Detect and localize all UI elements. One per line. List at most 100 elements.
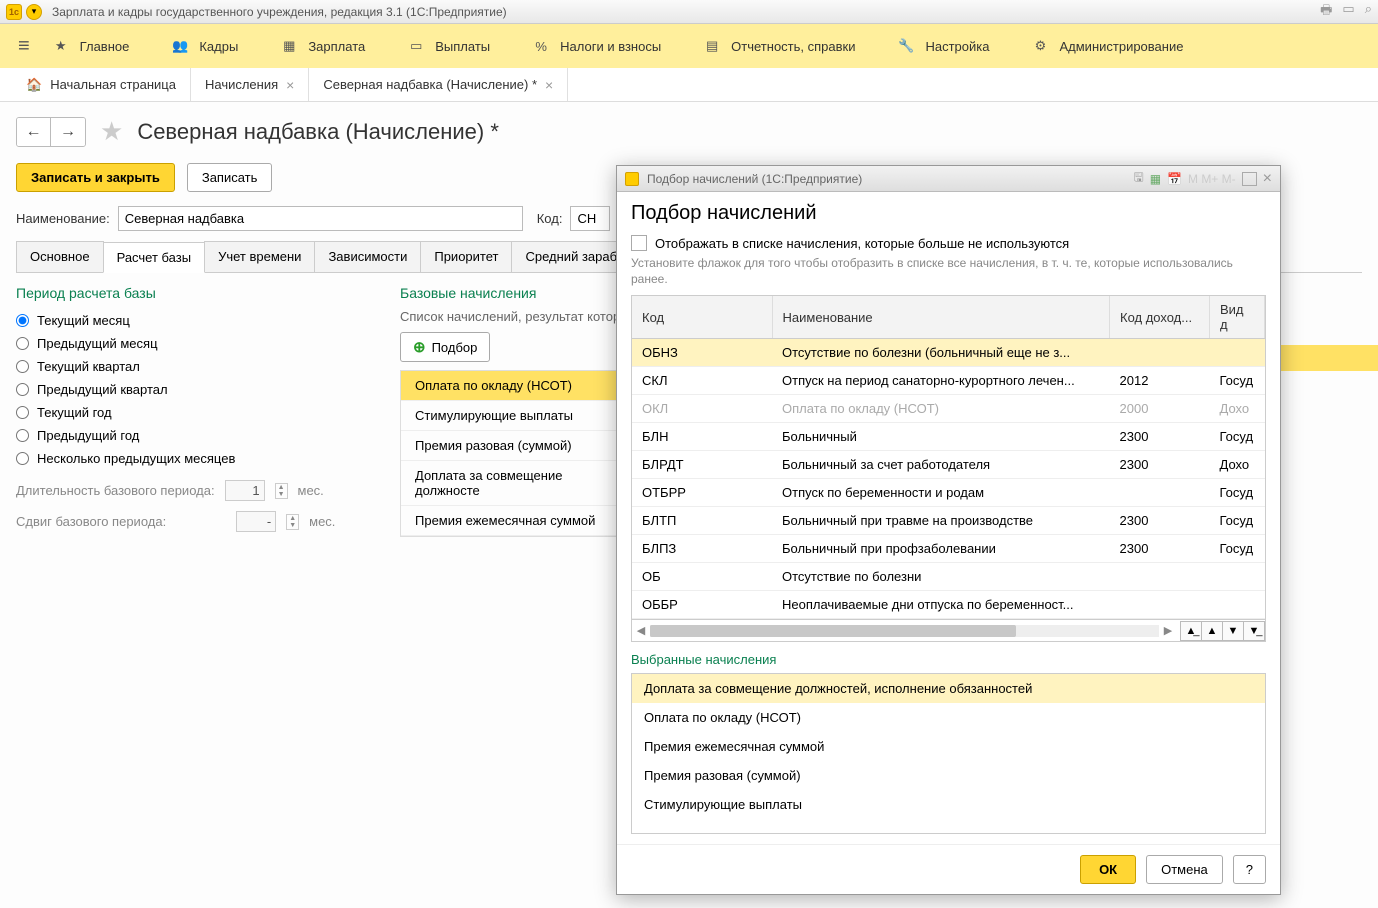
radio-current-month[interactable]: Текущий месяц — [16, 309, 376, 332]
close-icon[interactable]: × — [1263, 170, 1272, 188]
name-input[interactable] — [118, 206, 523, 231]
shift-input[interactable] — [236, 511, 276, 532]
save-icon[interactable]: 🖫 — [1133, 168, 1143, 189]
duration-input[interactable] — [225, 480, 265, 501]
grid-scrollbar[interactable]: ◀ ▶ ▲̲ ▲ ▼ ▼̲ — [631, 620, 1266, 642]
table-cell: Отсутствие по болезни — [772, 563, 1110, 591]
sort-top-icon[interactable]: ▲̲ — [1180, 621, 1202, 641]
duration-spinner[interactable]: ▲▼ — [275, 483, 288, 499]
radio-prev-year[interactable]: Предыдущий год — [16, 424, 376, 447]
print-icon[interactable]: 🖶 — [1320, 1, 1332, 23]
list-item[interactable]: Премия ежемесячная суммой — [401, 506, 617, 536]
ftab-priority[interactable]: Приоритет — [420, 241, 512, 272]
radio-input[interactable] — [16, 314, 29, 327]
scroll-right-icon[interactable]: ▶ — [1159, 624, 1177, 637]
table-row[interactable]: БЛПЗБольничный при профзаболевании2300Го… — [632, 535, 1265, 563]
close-icon[interactable]: × — [286, 77, 294, 93]
spinner-down-icon[interactable]: ▼ — [287, 522, 298, 529]
scroll-track[interactable] — [650, 625, 1159, 637]
nav-admin[interactable]: ⚙Администрирование — [1031, 37, 1183, 55]
radio-prev-quarter[interactable]: Предыдущий квартал — [16, 378, 376, 401]
app-menu-dropdown-icon[interactable]: ▾ — [26, 4, 42, 20]
list-item[interactable]: Премия ежемесячная суммой — [632, 732, 1265, 761]
table-row[interactable]: СКЛОтпуск на период санаторно-курортного… — [632, 367, 1265, 395]
page-title: Северная надбавка (Начисление) * — [137, 119, 499, 145]
scroll-left-icon[interactable]: ◀ — [632, 624, 650, 637]
podbor-button[interactable]: ⊕Подбор — [400, 332, 490, 362]
list-item[interactable]: Стимулирующие выплаты — [632, 790, 1265, 819]
calendar-icon[interactable]: 📅 — [1167, 172, 1182, 186]
table-row[interactable]: ОББРНеоплачиваемые дни отпуска по береме… — [632, 591, 1265, 619]
radio-input[interactable] — [16, 429, 29, 442]
table-row[interactable]: ОТБРРОтпуск по беременности и родамГосуд — [632, 479, 1265, 507]
scroll-thumb[interactable] — [650, 625, 1016, 637]
tab-accruals[interactable]: Начисления× — [191, 68, 309, 101]
col-code[interactable]: Код — [632, 296, 772, 339]
col-name[interactable]: Наименование — [772, 296, 1110, 339]
table-row[interactable]: ОКЛОплата по окладу (НСОТ)2000Дохо — [632, 395, 1265, 423]
list-item[interactable]: Оплата по окладу (НСОТ) — [632, 703, 1265, 732]
list-item[interactable]: Премия разовая (суммой) — [401, 431, 617, 461]
radio-input[interactable] — [16, 360, 29, 373]
window-icon[interactable]: ▭ — [1342, 1, 1354, 23]
list-item[interactable]: Стимулирующие выплаты — [401, 401, 617, 431]
table-row[interactable]: ОБНЗОтсутствие по болезни (больничный ещ… — [632, 339, 1265, 367]
ok-button[interactable]: ОК — [1080, 855, 1136, 884]
nav-settings[interactable]: 🔧Настройка — [897, 37, 989, 55]
tab-home[interactable]: 🏠Начальная страница — [12, 68, 191, 101]
back-button[interactable]: ← — [17, 118, 51, 146]
nav-vyplaty[interactable]: ▭Выплаты — [407, 37, 490, 55]
code-input[interactable] — [570, 206, 610, 231]
table-row[interactable]: БЛРДТБольничный за счет работодателя2300… — [632, 451, 1265, 479]
spinner-up-icon[interactable]: ▲ — [287, 515, 298, 522]
burger-icon[interactable]: ≡ — [18, 35, 30, 58]
titlebar-right: 🖶 ▭ ⌕ — [1320, 1, 1372, 23]
spinner-down-icon[interactable]: ▼ — [276, 491, 287, 498]
sort-up-icon[interactable]: ▲ — [1201, 621, 1223, 641]
favorite-star-icon[interactable]: ★ — [100, 116, 123, 147]
radio-several-months[interactable]: Несколько предыдущих месяцев — [16, 447, 376, 470]
ftab-main[interactable]: Основное — [16, 241, 104, 272]
ftab-deps[interactable]: Зависимости — [314, 241, 421, 272]
tab-current[interactable]: Северная надбавка (Начисление) *× — [309, 68, 568, 101]
minimize-icon[interactable] — [1242, 172, 1257, 186]
cancel-button[interactable]: Отмена — [1146, 855, 1223, 884]
help-button[interactable]: ? — [1233, 855, 1266, 884]
radio-current-year[interactable]: Текущий год — [16, 401, 376, 424]
ftab-base-calc[interactable]: Расчет базы — [103, 242, 206, 273]
shift-spinner[interactable]: ▲▼ — [286, 514, 299, 530]
table-row[interactable]: БЛНБольничный2300Госуд — [632, 423, 1265, 451]
forward-button[interactable]: → — [51, 118, 85, 146]
spinner-up-icon[interactable]: ▲ — [276, 484, 287, 491]
nav-zarplata[interactable]: ▦Зарплата — [280, 37, 365, 55]
table-row[interactable]: ОБОтсутствие по болезни — [632, 563, 1265, 591]
list-item[interactable]: Доплата за совмещение должностей, исполн… — [632, 674, 1265, 703]
list-item[interactable]: Оплата по окладу (НСОТ) — [401, 371, 617, 401]
close-icon[interactable]: × — [545, 77, 553, 93]
sort-down-icon[interactable]: ▼ — [1222, 621, 1244, 641]
nav-kadry[interactable]: 👥Кадры — [171, 37, 238, 55]
table-cell: Неоплачиваемые дни отпуска по беременнос… — [772, 591, 1110, 619]
ftab-time[interactable]: Учет времени — [204, 241, 315, 272]
calc-icon[interactable]: ▦ — [1150, 172, 1161, 186]
save-and-close-button[interactable]: Записать и закрыть — [16, 163, 175, 192]
save-button[interactable]: Записать — [187, 163, 273, 192]
list-item[interactable]: Доплата за совмещение должносте — [401, 461, 617, 506]
table-row[interactable]: БЛТПБольничный при травме на производств… — [632, 507, 1265, 535]
show-unused-checkbox[interactable] — [631, 235, 647, 251]
col-income[interactable]: Код доход... — [1110, 296, 1210, 339]
radio-prev-month[interactable]: Предыдущий месяц — [16, 332, 376, 355]
nav-nalogi[interactable]: %Налоги и взносы — [532, 37, 661, 55]
nav-otchet[interactable]: ▤Отчетность, справки — [703, 37, 855, 55]
radio-input[interactable] — [16, 337, 29, 350]
radio-input[interactable] — [16, 383, 29, 396]
radio-input[interactable] — [16, 406, 29, 419]
radio-input[interactable] — [16, 452, 29, 465]
list-item[interactable]: Премия разовая (суммой) — [632, 761, 1265, 790]
nav-main[interactable]: ★Главное — [52, 37, 130, 55]
sort-bottom-icon[interactable]: ▼̲ — [1243, 621, 1265, 641]
radio-current-quarter[interactable]: Текущий квартал — [16, 355, 376, 378]
show-unused-row[interactable]: Отображать в списке начисления, которые … — [631, 235, 1266, 251]
search-icon[interactable]: ⌕ — [1365, 1, 1372, 23]
col-kind[interactable]: Вид д — [1210, 296, 1265, 339]
